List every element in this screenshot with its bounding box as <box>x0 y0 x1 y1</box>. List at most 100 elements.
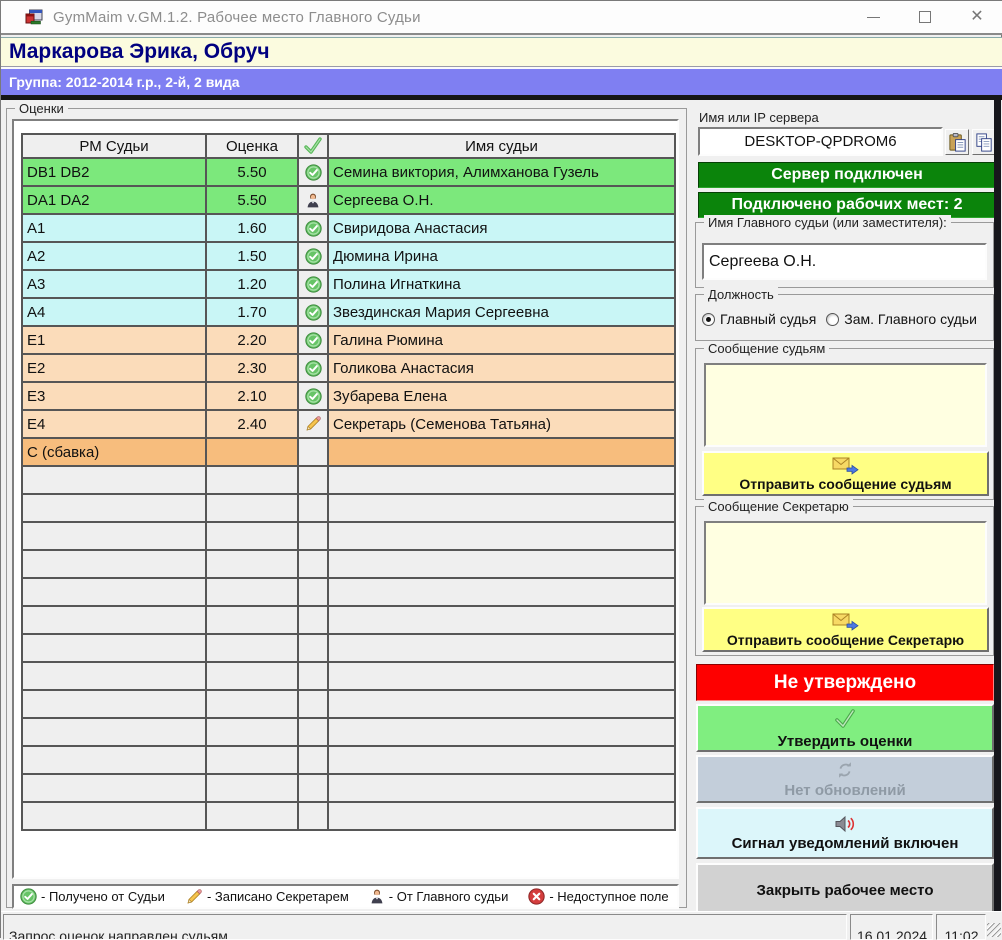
cell-judge[interactable]: Семина виктория, Алимханова Гузель <box>328 158 675 186</box>
minimize-button[interactable] <box>847 1 899 33</box>
cell-judge[interactable]: Секретарь (Семенова Татьяна) <box>328 410 675 438</box>
cell-status-icon <box>298 438 328 466</box>
radio-unselected-icon[interactable] <box>826 313 839 326</box>
refresh-icon <box>834 760 856 780</box>
cell-score[interactable]: 2.40 <box>206 410 298 438</box>
chief-judge-groupbox: Имя Главного судьи (или заместителя): <box>695 222 994 288</box>
cell-judge[interactable]: Звездинская Мария Сергеевна <box>328 298 675 326</box>
cell-score[interactable]: 2.10 <box>206 382 298 410</box>
cell-icon-empty <box>298 746 328 774</box>
status-date: 16.01.2024 <box>850 914 933 940</box>
cell-pm-empty <box>22 550 206 578</box>
table-header-row: РМ СудьиОценкаИмя судьи <box>22 134 675 158</box>
table-row: E12.20 Галина Рюмина <box>22 326 675 354</box>
legend-item: - Записано Секретарем <box>185 888 349 906</box>
cell-score[interactable]: 5.50 <box>206 186 298 214</box>
cell-score[interactable]: 5.50 <box>206 158 298 186</box>
x-circle-icon <box>528 888 545 905</box>
table-row: A11.60 Свиридова Анастасия <box>22 214 675 242</box>
cell-judge-empty <box>328 466 675 494</box>
radio-selected-icon[interactable] <box>702 313 715 326</box>
app-icon <box>25 9 43 25</box>
cell-pm[interactable]: A3 <box>22 270 206 298</box>
cell-judge[interactable]: Сергеева О.Н. <box>328 186 675 214</box>
cell-score[interactable]: 1.50 <box>206 242 298 270</box>
close-workplace-button[interactable]: Закрыть рабочее место <box>696 863 994 918</box>
cell-score[interactable]: 1.70 <box>206 298 298 326</box>
paste-icon <box>947 132 968 153</box>
window-title: GymMaim v.GM.1.2. Рабочее место Главного… <box>53 9 421 26</box>
cell-score[interactable]: 2.30 <box>206 354 298 382</box>
message-secretary-textarea[interactable] <box>704 521 987 605</box>
check-circle-icon <box>305 388 322 405</box>
close-button[interactable]: ✕ <box>951 1 1002 33</box>
server-label: Имя или IP сервера <box>699 110 819 125</box>
notification-signal-button[interactable]: Сигнал уведомлений включен <box>696 807 994 859</box>
cell-pm[interactable]: DA1 DA2 <box>22 186 206 214</box>
cell-pm[interactable]: A4 <box>22 298 206 326</box>
status-message: Запрос оценок направлен судьям <box>3 914 847 940</box>
cell-judge[interactable]: Полина Игнаткина <box>328 270 675 298</box>
cell-pm[interactable]: E2 <box>22 354 206 382</box>
cell-score-empty <box>206 494 298 522</box>
resize-grip[interactable] <box>987 923 1001 937</box>
cell-judge-empty <box>328 634 675 662</box>
maximize-button[interactable] <box>899 1 951 33</box>
cell-judge[interactable]: Голикова Анастасия <box>328 354 675 382</box>
message-judges-groupbox: Сообщение судьям Отправить сообщение суд… <box>695 348 994 500</box>
cell-score-empty <box>206 802 298 830</box>
paste-server-button[interactable] <box>945 129 969 155</box>
column-header-pm: РМ Судьи <box>22 134 206 158</box>
main-area: Оценки РМ СудьиОценкаИмя судьи DB1 DB25.… <box>1 100 1002 911</box>
legend-item: - Недоступное поле <box>528 888 668 905</box>
send-mail-icon <box>832 455 859 475</box>
cell-score-empty <box>206 606 298 634</box>
empty-table-row <box>22 522 675 550</box>
position-radio-0[interactable]: Главный судья <box>702 311 816 327</box>
send-message-secretary-label: Отправить сообщение Секретарю <box>727 632 964 648</box>
check-circle-icon <box>305 164 322 181</box>
send-message-secretary-button[interactable]: Отправить сообщение Секретарю <box>702 607 989 652</box>
chief-judge-input[interactable] <box>702 243 987 280</box>
cell-pm[interactable]: С (сбавка) <box>22 438 206 466</box>
cell-pm-empty <box>22 746 206 774</box>
cell-score-empty <box>206 578 298 606</box>
cell-pm[interactable]: A1 <box>22 214 206 242</box>
cell-judge[interactable]: Галина Рюмина <box>328 326 675 354</box>
cell-status-icon <box>298 410 328 438</box>
cell-status-icon <box>298 270 328 298</box>
cell-icon-empty <box>298 802 328 830</box>
empty-table-row <box>22 578 675 606</box>
cell-pm[interactable]: A2 <box>22 242 206 270</box>
cell-pm[interactable]: DB1 DB2 <box>22 158 206 186</box>
approve-scores-button[interactable]: Утвердить оценки <box>696 704 994 752</box>
cell-pm-empty <box>22 718 206 746</box>
table-row: DA1 DA25.50 Сергеева О.Н. <box>22 186 675 214</box>
right-panel: Имя или IP сервера Сервер подключен Подк… <box>693 100 996 911</box>
cell-judge[interactable]: Зубарева Елена <box>328 382 675 410</box>
approval-status-banner: Не утверждено <box>696 664 994 701</box>
position-radio-1[interactable]: Зам. Главного судьи <box>826 311 977 327</box>
cell-pm[interactable]: E4 <box>22 410 206 438</box>
cell-icon-empty <box>298 718 328 746</box>
send-message-judges-button[interactable]: Отправить сообщение судьям <box>702 451 989 496</box>
pencil-icon <box>185 888 203 906</box>
cell-score[interactable] <box>206 438 298 466</box>
message-judges-group-label: Сообщение судьям <box>704 341 829 356</box>
cell-pm[interactable]: E3 <box>22 382 206 410</box>
copy-server-button[interactable] <box>972 129 996 155</box>
cell-pm[interactable]: E1 <box>22 326 206 354</box>
cell-status-icon <box>298 298 328 326</box>
cell-judge-empty <box>328 662 675 690</box>
message-judges-textarea[interactable] <box>704 363 987 447</box>
cell-judge[interactable]: Дюмина Ирина <box>328 242 675 270</box>
cell-judge[interactable] <box>328 438 675 466</box>
cell-judge[interactable]: Свиридова Анастасия <box>328 214 675 242</box>
cell-score-empty <box>206 718 298 746</box>
cell-score[interactable]: 1.60 <box>206 214 298 242</box>
cell-pm-empty <box>22 578 206 606</box>
server-input[interactable] <box>698 127 943 156</box>
cell-score[interactable]: 1.20 <box>206 270 298 298</box>
cell-score[interactable]: 2.20 <box>206 326 298 354</box>
no-updates-button[interactable]: Нет обновлений <box>696 755 994 803</box>
